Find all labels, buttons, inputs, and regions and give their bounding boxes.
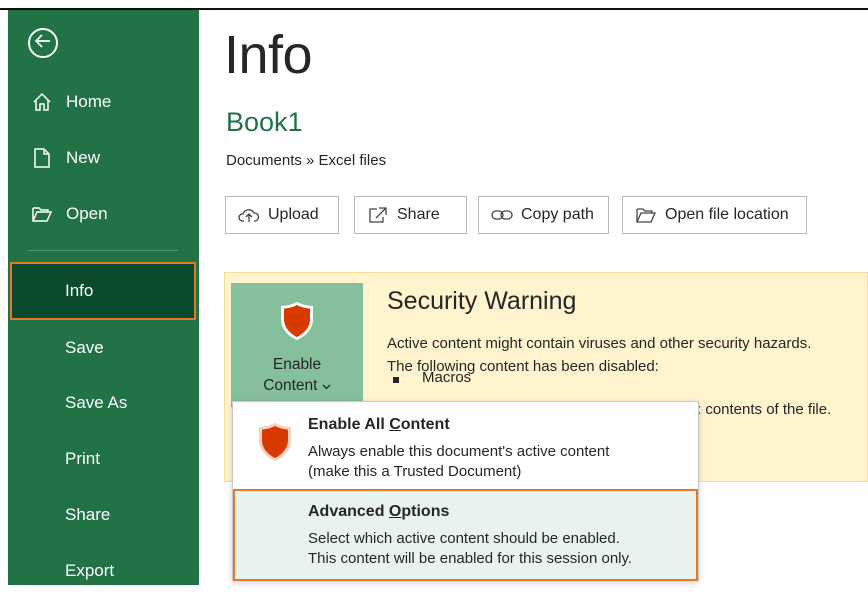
menu-item-description: Select which active content should be en… [308, 530, 620, 547]
menu-item-enable-all-content[interactable]: Enable All Content Always enable this do… [233, 402, 698, 488]
title-mnemonic: O [388, 503, 402, 520]
disabled-item-macros: Macros [422, 369, 472, 386]
sidebar-item-label: Info [65, 281, 94, 300]
title-text: ontent [400, 416, 450, 433]
title-text: Enable All [308, 416, 390, 433]
share-icon [367, 206, 389, 224]
folder-icon [635, 206, 657, 224]
menu-item-description: (make this a Trusted Document) [308, 463, 522, 480]
upload-button[interactable]: Upload [225, 196, 339, 234]
home-icon [30, 91, 54, 113]
sidebar-item-save-as[interactable]: Save As [8, 381, 199, 425]
shield-icon [279, 301, 315, 346]
back-arrow-icon [34, 33, 51, 53]
menu-item-description: Always enable this document's active con… [308, 443, 610, 460]
enable-content-dropdown: Enable All Content Always enable this do… [232, 401, 699, 581]
sidebar-item-print[interactable]: Print [8, 437, 199, 481]
menu-item-title: Enable All Content [308, 416, 450, 434]
breadcrumb: Documents » Excel files [226, 152, 387, 169]
sidebar-item-open[interactable]: Open [8, 192, 199, 236]
bullet [393, 377, 399, 383]
shield-icon [257, 422, 293, 467]
sidebar-item-label: Share [65, 505, 111, 524]
menu-item-description: This content will be enabled for this se… [308, 550, 633, 567]
back-button[interactable] [28, 28, 58, 58]
open-file-location-button[interactable]: Open file location [622, 196, 807, 234]
copy-path-button[interactable]: Copy path [478, 196, 609, 234]
title-text: ptions [401, 503, 450, 520]
folder-open-icon [30, 203, 54, 225]
share-button[interactable]: Share [354, 196, 467, 234]
security-warning-trailing-text: : contents of the file. [697, 401, 832, 418]
sidebar-item-export[interactable]: Export [8, 549, 199, 593]
page-title: Info [224, 25, 313, 85]
enable-label-line1: Enable [272, 356, 322, 373]
sidebar-item-label: New [66, 148, 101, 167]
workbook-name: Book1 [226, 107, 303, 137]
menu-item-advanced-options[interactable]: Advanced Options Select which active con… [233, 489, 698, 581]
enable-content-label: Enable Content [263, 354, 331, 396]
sidebar-item-save[interactable]: Save [8, 326, 199, 370]
enable-content-button[interactable]: Enable Content [231, 283, 363, 407]
sidebar-divider [28, 250, 178, 251]
sidebar-item-new[interactable]: New [8, 136, 199, 180]
title-mnemonic: C [389, 416, 401, 433]
link-icon [491, 206, 513, 224]
title-text: Advanced [308, 503, 389, 520]
sidebar-item-label: Print [65, 449, 100, 468]
share-label: Share [397, 206, 440, 223]
sidebar-item-label: Save [65, 338, 104, 357]
sidebar-item-label: Save As [65, 393, 128, 412]
security-warning-title: Security Warning [387, 287, 577, 315]
open-file-location-label: Open file location [665, 206, 789, 223]
sidebar-item-info[interactable]: Info [10, 262, 196, 320]
sidebar-item-share[interactable]: Share [8, 493, 199, 537]
copy-path-label: Copy path [521, 206, 594, 223]
sidebar-item-label: Open [66, 204, 108, 223]
enable-label-line2: Content [263, 377, 318, 394]
sidebar-item-label: Export [65, 561, 115, 580]
backstage-sidebar: Home New Open Info Save Save As Print Sh… [8, 10, 199, 585]
upload-label: Upload [268, 206, 319, 223]
chevron-down-icon [322, 377, 331, 394]
sidebar-item-home[interactable]: Home [8, 80, 199, 124]
window-top-border [0, 0, 868, 10]
menu-item-title: Advanced Options [308, 503, 449, 521]
security-warning-text: Active content might contain viruses and… [387, 335, 812, 352]
upload-icon [238, 206, 260, 224]
sidebar-item-label: Home [66, 92, 112, 111]
new-document-icon [30, 147, 54, 169]
